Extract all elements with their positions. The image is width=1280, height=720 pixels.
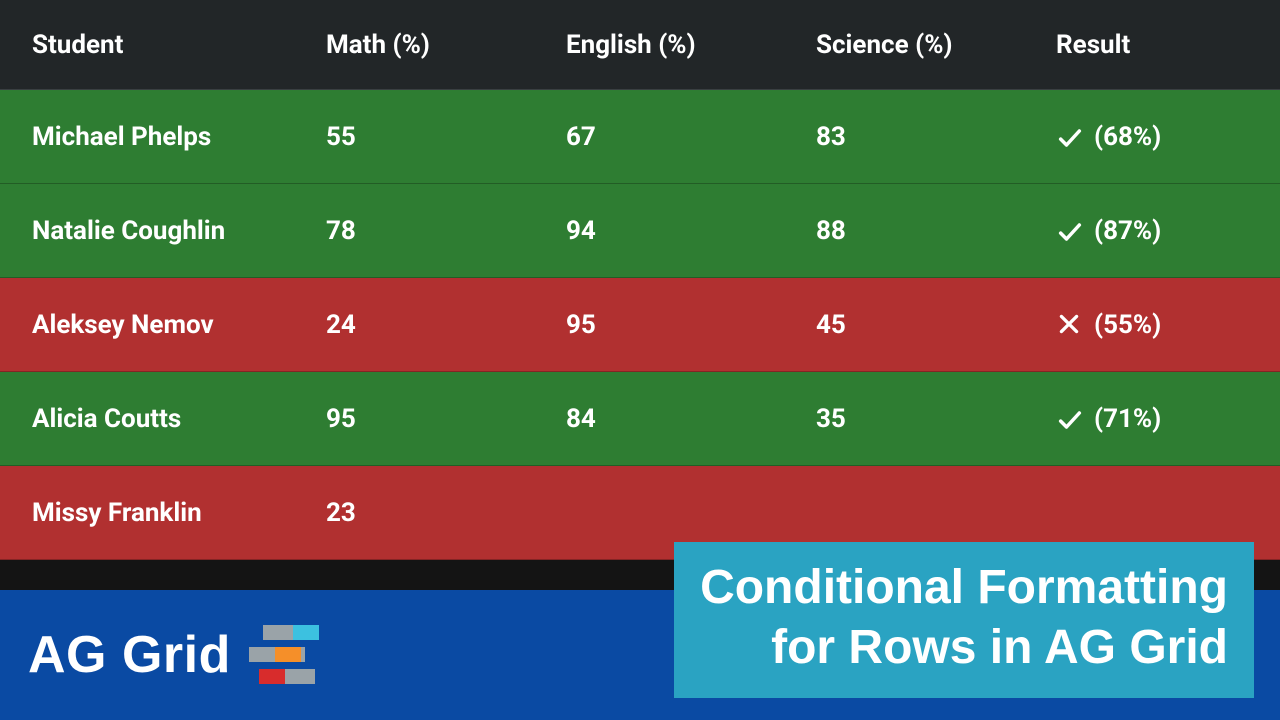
brand-text: AG Grid [28,625,231,685]
cell-english: 95 [550,310,800,340]
title-card: Conditional Formatting for Rows in AG Gr… [674,542,1254,698]
column-header-student[interactable]: Student [0,30,310,60]
column-header-math[interactable]: Math (%) [310,30,550,60]
table-row[interactable]: Aleksey Nemov249545 (55%) [0,278,1280,372]
cell-result: (68%) [1040,122,1280,152]
cell-english: 84 [550,404,800,434]
table-row[interactable]: Alicia Coutts958435 (71%) [0,372,1280,466]
cross-icon [1056,311,1084,339]
cell-result: (71%) [1040,404,1280,434]
cell-math: 24 [310,310,550,340]
result-percent: (55%) [1094,310,1161,340]
ag-grid-logo-icon [249,625,319,685]
check-icon [1056,217,1084,245]
cell-result: (55%) [1040,310,1280,340]
result-percent: (71%) [1094,404,1161,434]
cell-science: 35 [800,404,1040,434]
column-header-english[interactable]: English (%) [550,30,800,60]
cell-math: 78 [310,216,550,246]
check-icon [1056,405,1084,433]
brand-logo: AG Grid [28,625,319,685]
cell-student: Aleksey Nemov [0,310,310,340]
cell-science: 45 [800,310,1040,340]
cell-math: 95 [310,404,550,434]
column-header-row: Student Math (%) English (%) Science (%)… [0,0,1280,90]
cell-student: Alicia Coutts [0,404,310,434]
cell-math: 23 [310,498,550,528]
cell-math: 55 [310,122,550,152]
cell-result: (87%) [1040,216,1280,246]
cell-english: 94 [550,216,800,246]
cell-student: Missy Franklin [0,498,310,528]
cell-science: 83 [800,122,1040,152]
data-grid[interactable]: Student Math (%) English (%) Science (%)… [0,0,1280,560]
column-header-result[interactable]: Result [1040,30,1280,60]
result-percent: (68%) [1094,122,1161,152]
table-row[interactable]: Michael Phelps556783 (68%) [0,90,1280,184]
check-icon [1056,123,1084,151]
result-percent: (87%) [1094,216,1161,246]
title-line-1: Conditional Formatting [700,558,1228,618]
cell-student: Michael Phelps [0,122,310,152]
cell-science: 88 [800,216,1040,246]
cell-english: 67 [550,122,800,152]
title-line-2: for Rows in AG Grid [700,618,1228,678]
table-row[interactable]: Natalie Coughlin789488 (87%) [0,184,1280,278]
cell-student: Natalie Coughlin [0,216,310,246]
column-header-science[interactable]: Science (%) [800,30,1040,60]
